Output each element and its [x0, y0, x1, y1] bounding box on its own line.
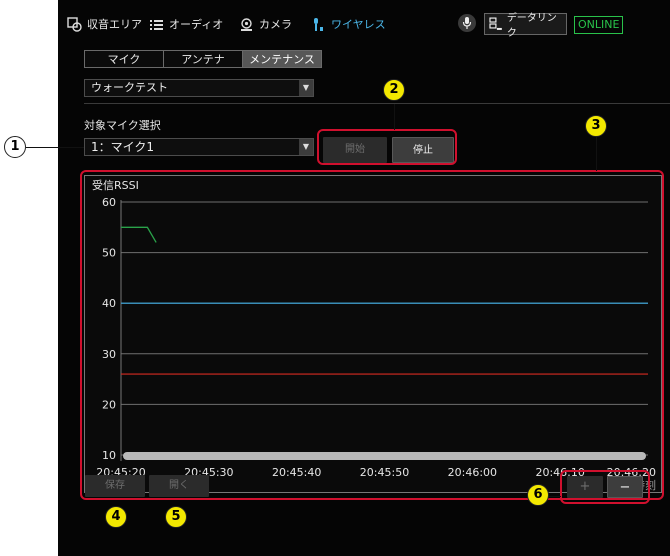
- callout-line-3: [596, 137, 597, 171]
- nav-item-area[interactable]: 収音エリア: [66, 14, 142, 34]
- callout-line-1: [26, 147, 84, 148]
- chevron-down-icon: ▼: [299, 80, 313, 96]
- sub-tabs: マイク アンテナ メンテナンス: [84, 50, 322, 68]
- tab-maintenance[interactable]: メンテナンス: [242, 50, 322, 68]
- target-mic-label: 対象マイク選択: [84, 119, 161, 132]
- nav-label-camera: カメラ: [259, 18, 292, 31]
- annotation-number-4: 4: [105, 506, 127, 528]
- nav-label-area: 収音エリア: [87, 18, 142, 31]
- audio-icon: [148, 16, 164, 32]
- microphone-button[interactable]: [458, 14, 476, 32]
- mode-select[interactable]: ウォークテスト ▼: [84, 79, 314, 97]
- annotation-number-5: 5: [165, 506, 187, 528]
- online-status-badge: ONLINE: [574, 16, 624, 34]
- data-link-label: データリンク: [506, 13, 557, 39]
- target-mic-select[interactable]: 1：マイク1 ▼: [84, 138, 314, 156]
- target-mic-value: 1：マイク1: [91, 140, 155, 154]
- callout-line-6: [549, 496, 561, 497]
- nav-item-audio[interactable]: オーディオ: [148, 14, 223, 34]
- annotation-box-chart: [80, 170, 664, 500]
- annotation-number-3: 3: [585, 115, 607, 137]
- nav-label-wireless: ワイヤレス: [331, 18, 386, 31]
- wireless-icon: [310, 16, 326, 32]
- microphone-icon: [462, 17, 472, 29]
- nav-item-camera[interactable]: カメラ: [238, 14, 292, 34]
- section-divider: [84, 103, 670, 104]
- callout-line-2: [394, 104, 395, 130]
- nav-item-wireless[interactable]: ワイヤレス: [310, 14, 386, 34]
- annotation-number-1: 1: [4, 136, 26, 158]
- camera-icon: [238, 16, 254, 32]
- annotation-number-2: 2: [383, 79, 405, 101]
- annotation-number-6: 6: [527, 484, 549, 506]
- data-link-button[interactable]: データリンク: [484, 13, 567, 39]
- nav-label-audio: オーディオ: [169, 18, 224, 31]
- top-nav-bar: 収音エリア オーディオ カメラ ワイヤレス データリンク ONLINE: [58, 0, 670, 46]
- chevron-down-icon: ▼: [299, 139, 313, 155]
- tab-mic[interactable]: マイク: [84, 50, 164, 68]
- tab-antenna[interactable]: アンテナ: [163, 50, 243, 68]
- annotation-box-zoom: [560, 470, 650, 504]
- annotation-box-buttons: [317, 129, 457, 165]
- area-icon: [66, 16, 82, 32]
- data-link-icon: [489, 17, 502, 30]
- mode-select-value: ウォークテスト: [91, 81, 168, 94]
